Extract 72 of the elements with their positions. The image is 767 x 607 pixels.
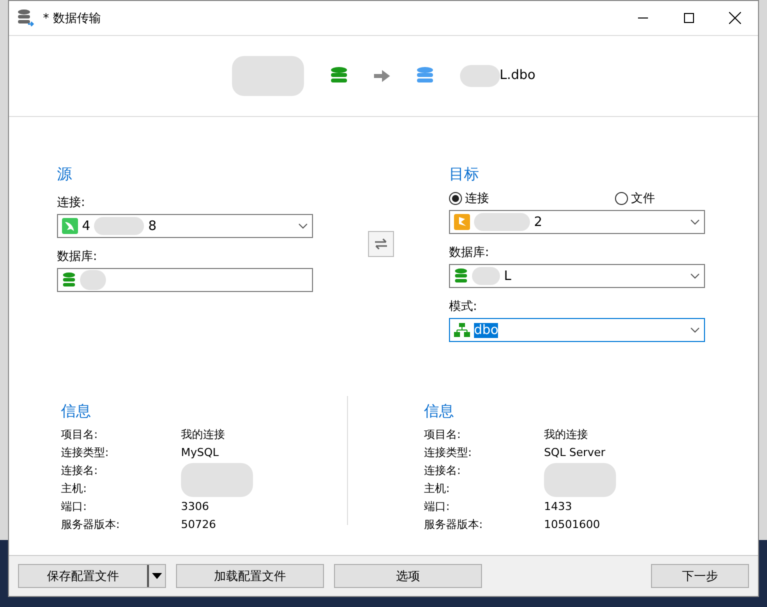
info-heading: 信息 (61, 402, 92, 421)
info-label: 主机: (61, 481, 88, 497)
dolphin-icon (62, 218, 78, 234)
info-label: 服务器版本: (424, 517, 484, 533)
blurred-area (181, 463, 253, 497)
info-heading: 信息 (424, 402, 455, 421)
source-heading: 源 (57, 165, 73, 184)
connection-value-end: 2 (534, 214, 542, 230)
info-value: 50726 (181, 517, 217, 533)
info-label: 端口: (424, 499, 451, 515)
blurred-area (80, 270, 106, 290)
save-profile-button[interactable]: 保存配置文件 (18, 564, 166, 588)
target-heading: 目标 (449, 165, 480, 184)
info-label: 连接类型: (424, 445, 473, 461)
radio-circle[interactable] (615, 192, 628, 205)
schema-value: dbo (474, 322, 498, 338)
blurred-area (94, 217, 144, 235)
close-icon (729, 12, 741, 24)
connection-icon (454, 214, 470, 230)
chevron-down-icon (690, 327, 700, 333)
database-value-end: L (504, 268, 512, 284)
connection-value-end: 8 (148, 218, 157, 234)
radio-circle[interactable] (449, 192, 462, 205)
database-transfer-icon (17, 9, 35, 27)
schema-icon (454, 323, 470, 337)
info-label: 项目名: (61, 427, 99, 443)
database-dropdown[interactable] (57, 268, 313, 292)
blurred-area (472, 267, 500, 285)
database-dropdown[interactable]: L (449, 264, 705, 288)
connection-dropdown[interactable]: 2 (449, 210, 705, 234)
swap-button[interactable] (368, 231, 394, 257)
info-label: 连接名: (61, 463, 99, 479)
info-value: SQL Server (544, 445, 606, 461)
info-label: 服务器版本: (61, 517, 121, 533)
schema-label: 模式: (449, 298, 478, 315)
connection-label: 连接: (57, 194, 86, 211)
database-icon (454, 268, 468, 284)
schema-dropdown[interactable]: dbo (449, 318, 705, 342)
info-label: 端口: (61, 499, 88, 515)
chevron-down-icon (690, 273, 700, 279)
radio-option[interactable]: 连接 (449, 190, 489, 207)
footer-button[interactable]: 加载配置文件 (176, 564, 324, 588)
info-label: 主机: (424, 481, 451, 497)
maximize-icon (684, 13, 694, 23)
info-label: 连接名: (424, 463, 462, 479)
info-value: 我的连接 (181, 427, 226, 443)
connection-value-start: 4 (82, 218, 90, 234)
blurred-area (474, 213, 530, 231)
chevron-down-icon (690, 219, 700, 225)
database-icon (62, 272, 76, 288)
footer-button[interactable]: 选项 (334, 564, 482, 588)
info-value: 我的连接 (544, 427, 589, 443)
info-value: 1433 (544, 499, 573, 515)
info-value: 10501600 (544, 517, 601, 533)
target-label: L.dbo (500, 68, 536, 84)
swap-arrows-icon (374, 238, 388, 250)
connection-dropdown[interactable]: 4 8 (57, 214, 313, 238)
info-label: 项目名: (424, 427, 462, 443)
chevron-down-icon (298, 223, 308, 229)
caret-icon (152, 573, 162, 579)
next-button[interactable]: 下一步 (651, 564, 749, 588)
info-value: 3306 (181, 499, 210, 515)
info-label: 连接类型: (61, 445, 110, 461)
database-label: 数据库: (57, 248, 98, 265)
arrow-right-icon (374, 70, 390, 82)
radio-label: 连接 (465, 190, 489, 207)
radio-option[interactable]: 文件 (615, 190, 655, 207)
radio-label: 文件 (631, 190, 655, 207)
window-title: * 数据传输 (43, 10, 102, 26)
info-value: MySQL (181, 445, 220, 461)
database-label: 数据库: (449, 244, 490, 261)
blurred-area (460, 65, 500, 87)
